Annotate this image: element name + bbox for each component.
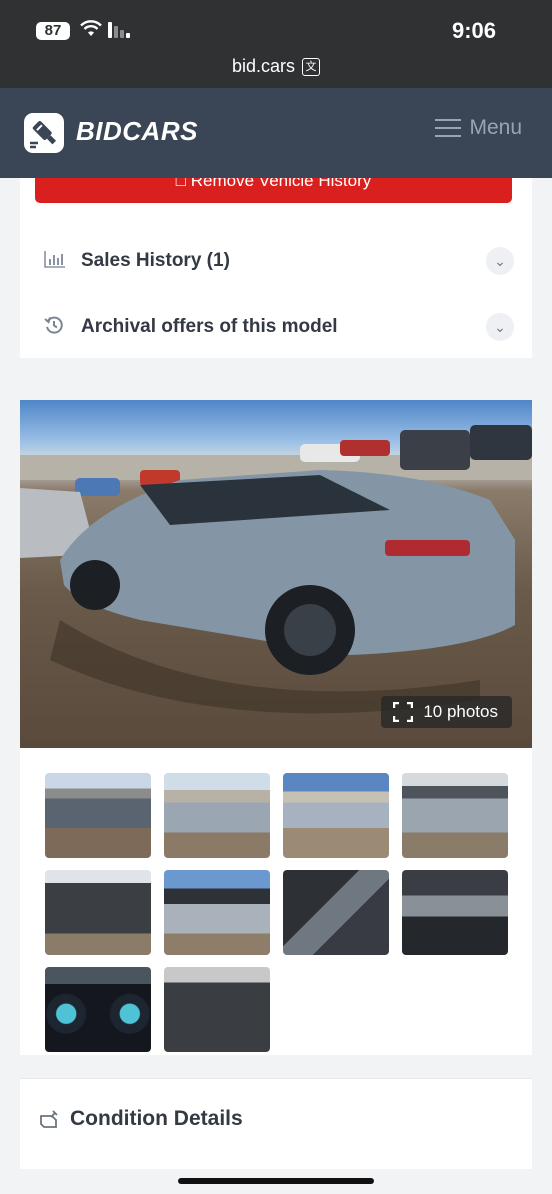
menu-label: Menu	[469, 116, 522, 139]
accordion-archival-offers[interactable]: Archival offers of this model ⌄	[20, 297, 532, 357]
url-text: bid.cars	[231, 56, 295, 76]
fullscreen-icon	[393, 702, 414, 722]
browser-chrome: 87 9:06 bid.cars 文	[0, 0, 552, 88]
history-card: Sales History (1) ⌄ Archival offers of t…	[20, 178, 532, 358]
condition-details-card[interactable]: Condition Details	[20, 1078, 532, 1169]
thumbnail[interactable]	[45, 870, 151, 955]
thumbnail[interactable]	[402, 870, 508, 955]
thumbnail[interactable]	[45, 773, 151, 858]
translate-icon[interactable]: 文	[302, 58, 321, 77]
accordion-label: Sales History (1)	[81, 250, 230, 271]
main-vehicle-photo[interactable]: 10 photos	[20, 400, 532, 748]
chevron-down-icon[interactable]: ⌄	[486, 247, 514, 275]
accordion-sales-history[interactable]: Sales History (1) ⌄	[20, 231, 532, 291]
engine-icon	[40, 1110, 58, 1128]
history-icon	[44, 315, 68, 340]
clock: 9:06	[451, 18, 496, 43]
thumbnail[interactable]	[164, 870, 270, 955]
thumbnail[interactable]	[283, 773, 389, 858]
logo-text[interactable]: BIDCARS	[76, 116, 198, 147]
condition-details-label: Condition Details	[70, 1107, 243, 1130]
thumbnail[interactable]	[45, 967, 151, 1052]
hamburger-icon	[435, 119, 462, 137]
wifi-icon	[80, 20, 102, 36]
thumbnail[interactable]	[164, 773, 270, 858]
address-bar[interactable]: bid.cars 文	[0, 56, 552, 84]
thumbnail[interactable]	[283, 870, 389, 955]
logo-icon[interactable]	[24, 113, 64, 153]
battery-indicator: 87	[36, 22, 70, 40]
trash-icon: □	[175, 178, 187, 190]
thumbnail[interactable]	[402, 773, 508, 858]
thumbnail[interactable]	[164, 967, 270, 1052]
photo-count-badge[interactable]: 10 photos	[381, 696, 512, 728]
home-indicator	[178, 1178, 374, 1184]
cellular-signal-icon	[108, 22, 130, 38]
menu-button[interactable]: Menu	[435, 116, 522, 140]
site-header: BIDCARS Menu	[0, 88, 552, 178]
chevron-down-icon[interactable]: ⌄	[486, 313, 514, 341]
bar-chart-icon	[44, 250, 68, 273]
photo-gallery: 10 photos	[20, 400, 532, 1055]
status-bar: 87 9:06	[0, 14, 552, 50]
accordion-label: Archival offers of this model	[81, 316, 338, 337]
condition-details-header[interactable]: Condition Details	[38, 1107, 243, 1131]
remove-vehicle-history-button[interactable]: □ Remove Vehicle History	[35, 178, 512, 203]
